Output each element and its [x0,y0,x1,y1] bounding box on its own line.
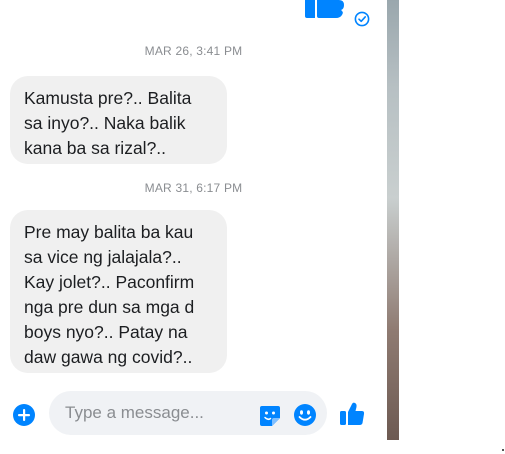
message-text-line: daw gawa ng covid?.. [24,347,193,367]
background-photo-strip [387,0,399,440]
message-text-line: sa vice ng jalajala?.. [24,247,182,267]
sticker-icon[interactable] [259,405,281,427]
message-text-line: Kay jolet?.. Paconfirm [24,272,195,292]
message-text-line: Kamusta pre?.. Balita [24,88,192,108]
message-text-line: sa inyo?.. Naka balik [24,113,186,133]
message-bubble[interactable]: Pre may balita ba kau sa vice ng jalajal… [10,210,227,373]
message-bubble[interactable]: Kamusta pre?.. Balita sa inyo?.. Naka ba… [10,76,227,164]
message-text-line: nga pre dun sa mga d [24,297,195,317]
check-circle-icon [354,11,370,27]
message-input[interactable] [49,391,327,435]
blank-area [399,0,505,454]
message-text-line: kana ba sa rizal?.. [24,138,167,158]
message-timestamp: MAR 26, 3:41 PM [144,44,243,58]
stray-dot [502,449,504,451]
thumbs-up-icon[interactable] [338,400,366,428]
sent-thumbs-up-icon [305,0,344,18]
chat-panel: MAR 26, 3:41 PM Kamusta pre?.. Balita sa… [0,0,387,454]
message-timestamp: MAR 31, 6:17 PM [144,181,243,195]
message-composer [0,390,387,440]
message-text-line: boys nyo?.. Patay na [24,322,188,342]
plus-circle-icon[interactable] [12,403,36,427]
smiley-icon[interactable] [293,403,317,427]
message-text-line: Pre may balita ba kau [24,222,194,242]
